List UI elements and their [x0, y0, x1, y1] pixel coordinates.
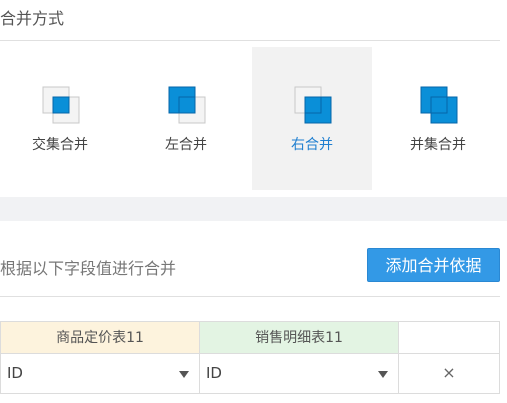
- left-field-value: ID: [7, 364, 23, 382]
- right-field-value: ID: [206, 364, 222, 382]
- merge-option-label: 右合并: [291, 137, 333, 153]
- right-field-select[interactable]: ID: [200, 354, 399, 393]
- left-merge-icon: [168, 86, 206, 124]
- merge-option-label: 并集合并: [410, 137, 466, 153]
- divider: [0, 296, 500, 297]
- caret-down-icon: [378, 371, 388, 378]
- merge-option-union[interactable]: 并集合并: [378, 47, 498, 190]
- union-merge-icon: [420, 86, 458, 124]
- merge-option-intersection[interactable]: 交集合并: [0, 47, 120, 190]
- left-table-header: 商品定价表11: [1, 322, 200, 354]
- merge-option-label: 左合并: [165, 137, 207, 153]
- left-field-select[interactable]: ID: [1, 354, 200, 393]
- add-merge-basis-button[interactable]: 添加合并依据: [367, 248, 500, 282]
- merge-field-table: 商品定价表11 销售明细表11 ID ID ×: [0, 321, 500, 394]
- right-table-header: 销售明细表11: [200, 322, 399, 354]
- divider: [0, 40, 500, 41]
- action-header: [399, 322, 499, 354]
- merge-mode-title: 合并方式: [0, 9, 65, 28]
- intersection-merge-icon: [42, 86, 80, 124]
- caret-down-icon: [179, 371, 189, 378]
- section-separator: [0, 197, 507, 221]
- merge-option-label: 交集合并: [32, 137, 88, 153]
- right-merge-icon: [294, 86, 332, 124]
- merge-option-right[interactable]: 右合并: [252, 47, 372, 190]
- merge-mode-options: 交集合并 左合并 右合并 并集合并: [0, 47, 500, 190]
- merge-option-left[interactable]: 左合并: [126, 47, 246, 190]
- merge-basis-title: 根据以下字段值进行合并: [0, 259, 177, 278]
- row-actions: ×: [399, 354, 499, 393]
- remove-row-icon[interactable]: ×: [399, 363, 499, 382]
